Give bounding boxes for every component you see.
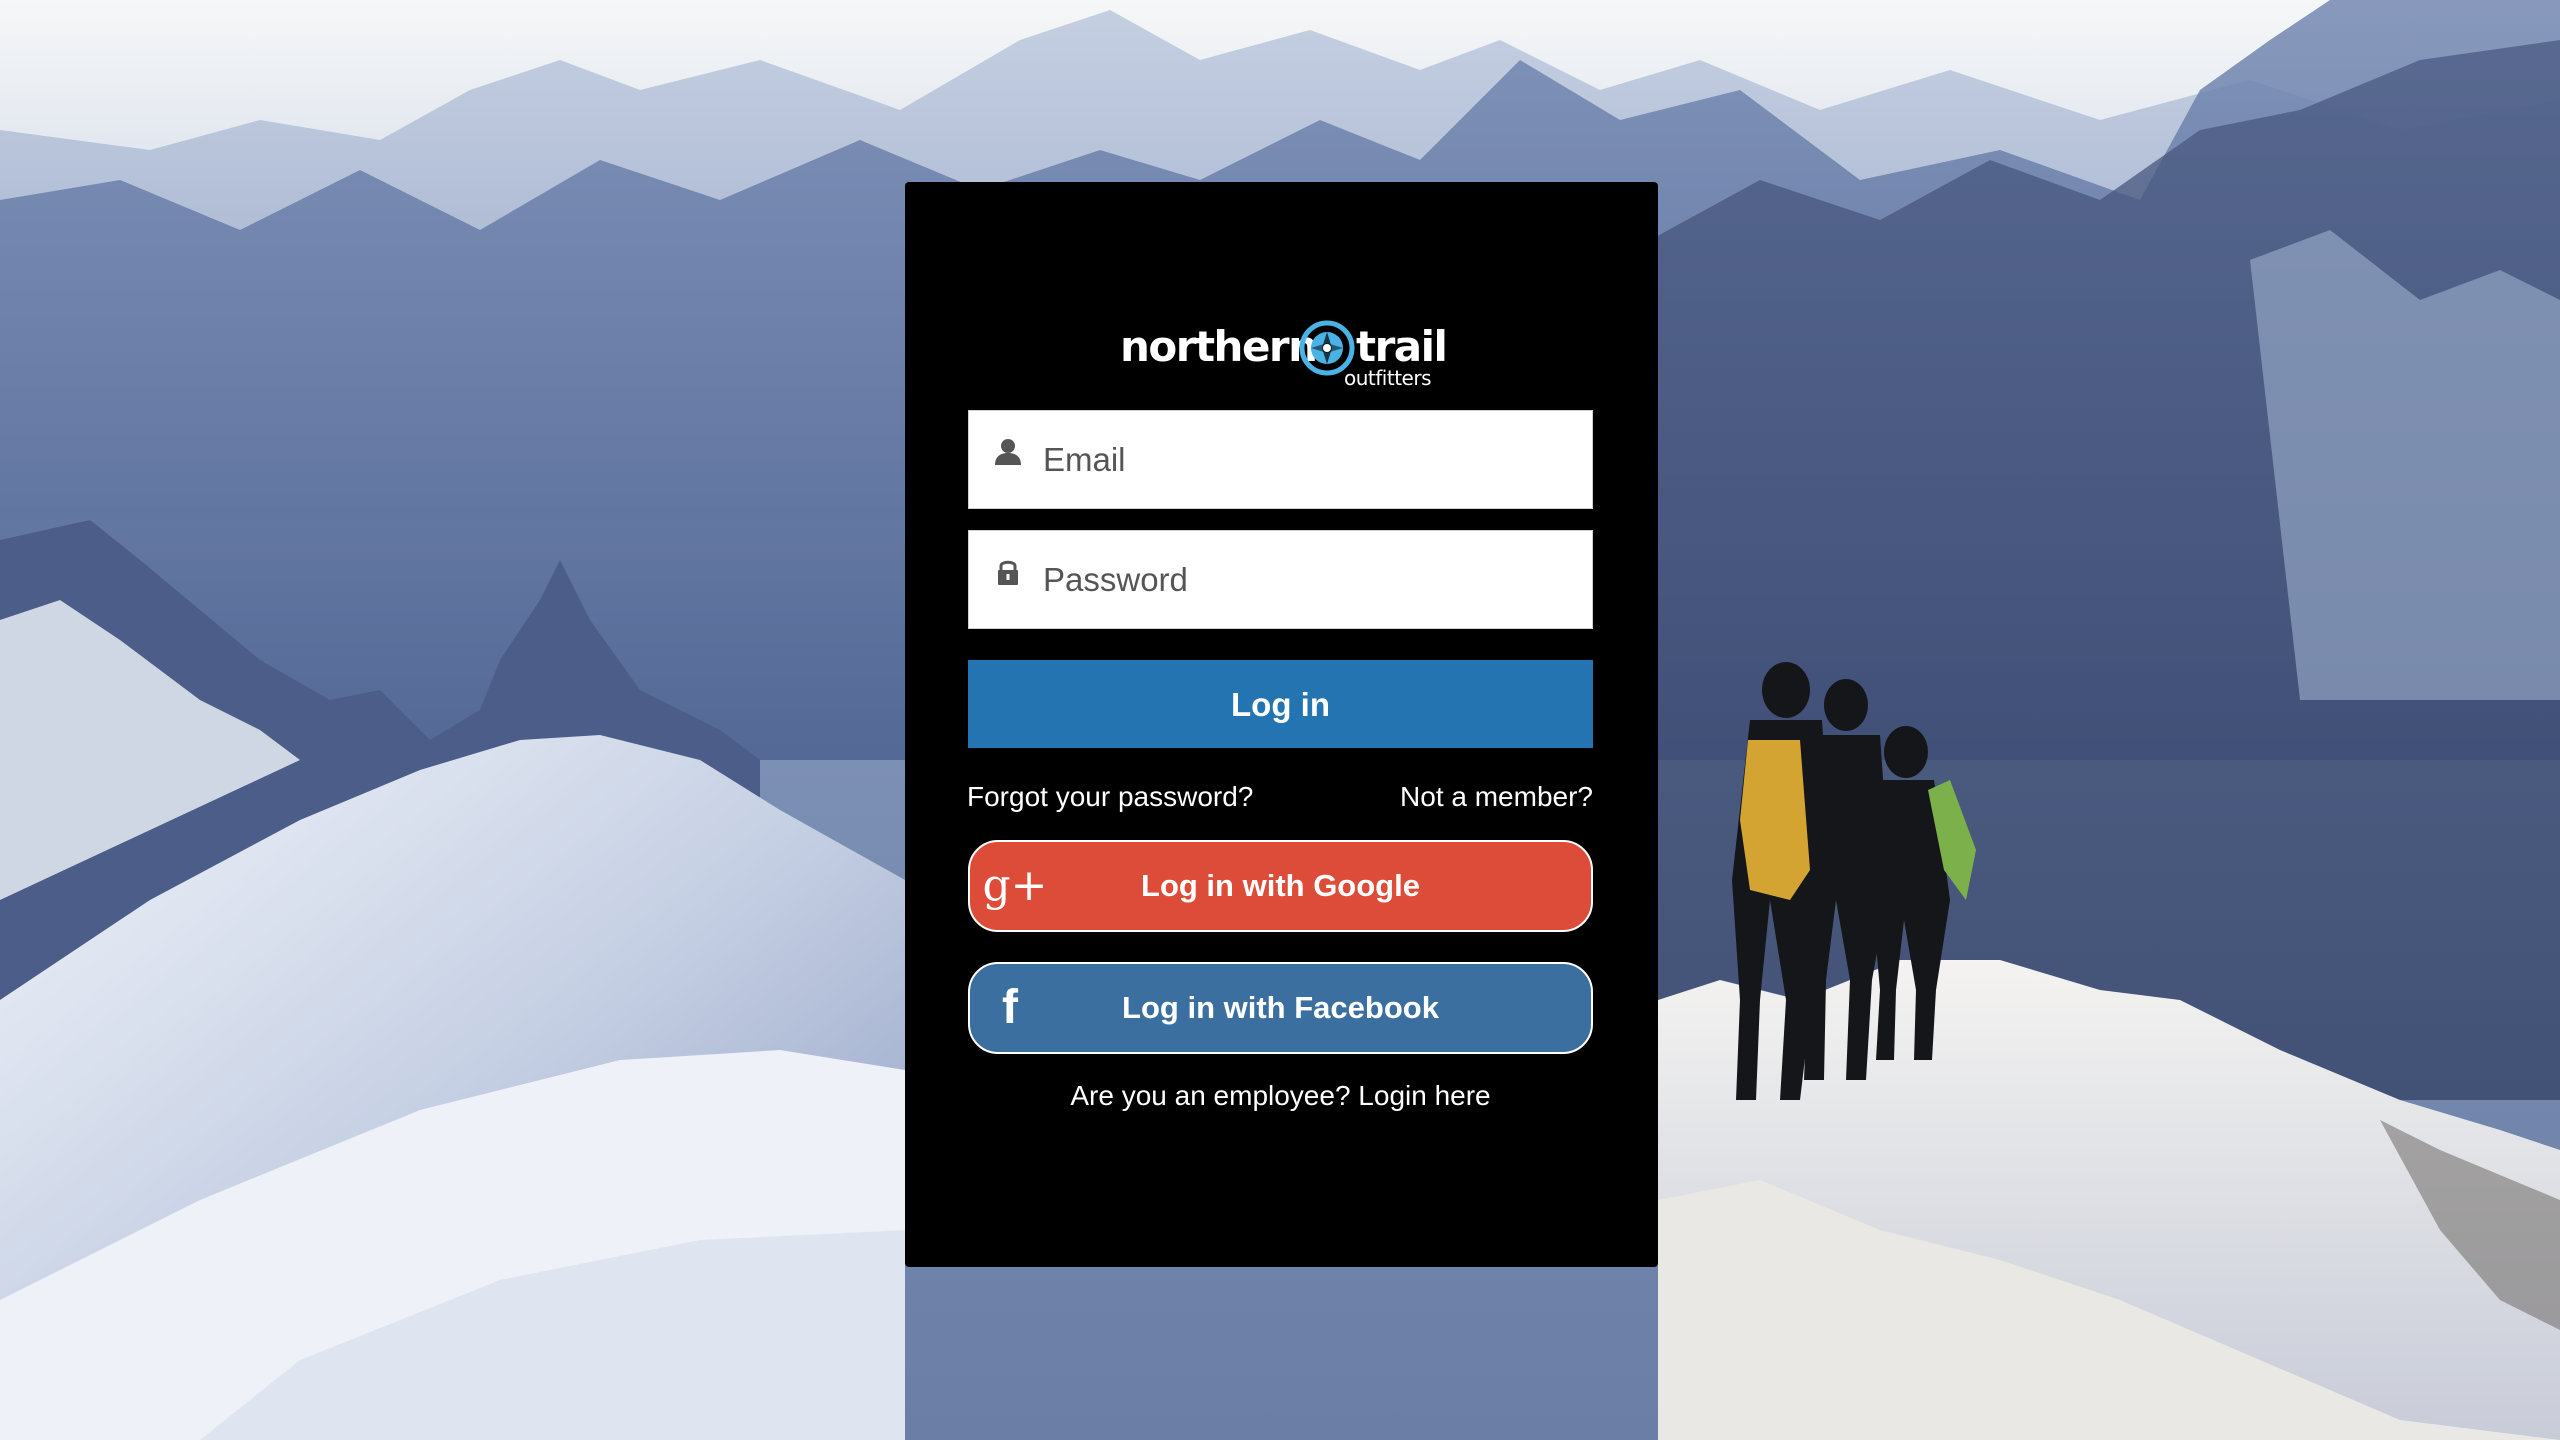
password-field[interactable] <box>968 530 1593 629</box>
lock-icon <box>998 560 1018 585</box>
email-input[interactable] <box>1043 411 1573 508</box>
google-login-label: Log in with Google <box>1141 868 1420 903</box>
login-button[interactable]: Log in <box>968 660 1593 748</box>
not-a-member-link[interactable]: Not a member? <box>1400 779 1593 815</box>
brand-logo: northern trail outfitters <box>1120 316 1460 396</box>
brand-name-left: northern <box>1120 322 1318 371</box>
user-icon <box>995 439 1021 465</box>
password-input[interactable] <box>1043 531 1573 628</box>
email-field[interactable] <box>968 410 1593 509</box>
brand-tagline: outfitters <box>1344 366 1431 390</box>
login-page: northern trail outfitters Log in Forgot … <box>0 0 2560 1440</box>
employee-login-link[interactable]: Are you an employee? Login here <box>968 1078 1593 1114</box>
facebook-login-button[interactable]: f Log in with Facebook <box>968 962 1593 1054</box>
facebook-login-label: Log in with Facebook <box>1122 990 1439 1025</box>
google-login-button[interactable]: g+ Log in with Google <box>968 840 1593 932</box>
forgot-password-link[interactable]: Forgot your password? <box>967 779 1253 815</box>
